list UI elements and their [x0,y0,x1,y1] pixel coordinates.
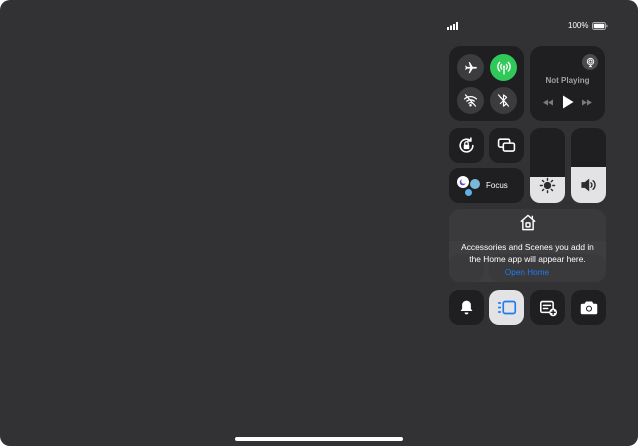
brightness-slider[interactable] [530,128,565,203]
open-home-link[interactable]: Open Home [489,268,565,277]
wifi-off-icon [463,93,478,108]
connectivity-module [449,46,524,121]
ipad-screen: 100% Not Playing Focus Accessories and S… [0,0,638,446]
speaker-icon [580,177,597,193]
bluetooth-toggle[interactable] [490,87,517,114]
screen-mirroring-button[interactable] [489,128,524,163]
rotation-lock-icon [457,136,476,155]
now-playing-module[interactable]: Not Playing [530,46,605,121]
stage-manager-button[interactable] [489,290,524,325]
airplane-icon [464,61,478,75]
cellular-data-toggle[interactable] [490,54,517,81]
home-module: Accessories and Scenes you add in the Ho… [449,209,606,282]
antenna-icon [496,60,512,76]
focus-label: Focus [486,181,508,190]
cellular-bars-icon [447,22,459,30]
rewind-icon[interactable] [542,98,554,107]
sleep-icon [470,179,480,189]
battery-full-icon [592,22,608,30]
orientation-lock-button[interactable] [449,128,484,163]
airplay-icon[interactable] [582,54,598,70]
battery-percent: 100% [568,21,589,30]
fast-forward-icon[interactable] [581,98,593,107]
silent-mode-button[interactable] [449,290,484,325]
screen-mirroring-icon [497,137,516,154]
sun-icon [539,177,556,194]
airplane-mode-toggle[interactable] [457,54,484,81]
stage-manager-icon [497,300,517,315]
quick-note-button[interactable] [530,290,565,325]
home-indicator[interactable] [235,437,403,441]
bluetooth-off-icon [496,93,511,108]
house-icon [518,213,538,232]
note-add-icon [539,300,558,317]
bell-icon [459,299,474,316]
camera-button[interactable] [571,290,606,325]
home-message: Accessories and Scenes you add in the Ho… [461,242,594,264]
person-icon [465,189,472,196]
play-icon[interactable] [562,95,574,109]
wifi-toggle[interactable] [457,87,484,114]
focus-button[interactable]: Focus [449,168,524,203]
camera-icon [580,300,598,315]
moon-icon [457,176,469,188]
volume-slider[interactable] [571,128,606,203]
now-playing-status: Not Playing [545,76,590,85]
